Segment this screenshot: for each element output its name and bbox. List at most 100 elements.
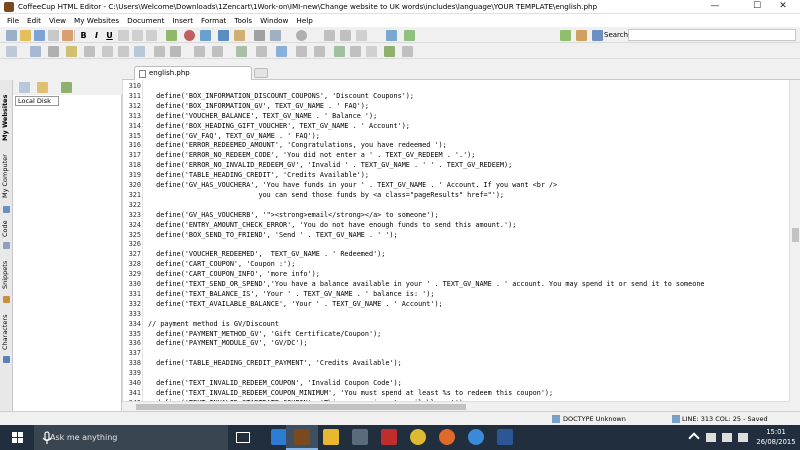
open-folder-icon[interactable]: [20, 30, 31, 41]
image-icon[interactable]: [166, 30, 177, 41]
code-line[interactable]: define('VOUCHER_BALANCE', TEXT_GV_NAME .…: [148, 112, 377, 120]
taskbar-chrome[interactable]: [402, 425, 434, 450]
search-input[interactable]: [628, 29, 796, 41]
list-icon[interactable]: [146, 30, 157, 41]
options-icon[interactable]: [366, 46, 377, 57]
menu-file[interactable]: File: [4, 14, 22, 27]
edit-tag-icon[interactable]: [576, 30, 587, 41]
taskbar-coffeecup[interactable]: [286, 425, 318, 450]
sync-icon[interactable]: [296, 46, 307, 57]
horizontal-scrollbar[interactable]: [122, 401, 789, 411]
taskbar-word[interactable]: [489, 425, 521, 450]
code-line[interactable]: define('BOX_INFORMATION_DISCOUNT_COUPONS…: [148, 92, 414, 100]
menu-help[interactable]: Help: [293, 14, 315, 27]
new-file-icon[interactable]: [6, 30, 17, 41]
code-line[interactable]: define('BOX_HEADING_GIFT_VOUCHER', TEXT_…: [148, 122, 410, 130]
refresh-icon[interactable]: [19, 82, 30, 93]
table-icon[interactable]: [234, 30, 245, 41]
tab-my-computer[interactable]: My Computer: [1, 148, 12, 214]
code-line[interactable]: you can send those funds by <a class="pa…: [148, 191, 504, 199]
code-line[interactable]: define('TEXT_BALANCE_IS', 'Your ' . TEXT…: [148, 290, 434, 298]
folder-open-icon[interactable]: [37, 82, 48, 93]
anchor-icon[interactable]: [218, 30, 229, 41]
menu-window[interactable]: Window: [257, 14, 291, 27]
tag-icon[interactable]: [386, 30, 397, 41]
heading-icon[interactable]: [154, 46, 165, 57]
code-editor[interactable]: 310 311 312 313 314 315 316 317 318 319 320 321 322 3…: [122, 80, 789, 401]
code-line[interactable]: define('VOUCHER_REDEEMED', TEXT_GV_NAME …: [148, 250, 385, 258]
network-icon[interactable]: [706, 433, 716, 442]
menu-edit[interactable]: Edit: [24, 14, 44, 27]
form-icon[interactable]: [254, 30, 265, 41]
tab-characters[interactable]: Characters: [1, 310, 12, 364]
list-view-icon[interactable]: [84, 46, 95, 57]
indent-icon[interactable]: [118, 46, 129, 57]
extension-icon[interactable]: [334, 46, 345, 57]
character-icon[interactable]: [212, 46, 223, 57]
color-picker-icon[interactable]: [184, 30, 195, 41]
upload-icon[interactable]: [256, 46, 267, 57]
settings-gear-icon[interactable]: [296, 30, 307, 41]
taskbar-filezilla[interactable]: [373, 425, 405, 450]
layout-icon[interactable]: [6, 46, 17, 57]
code-line[interactable]: define('GV_HAS_VOUCHERB', '"><strong>ema…: [148, 211, 438, 219]
comment-icon[interactable]: [194, 46, 205, 57]
code-line[interactable]: define('TABLE_HEADING_CREDIT', 'Credits …: [148, 171, 369, 179]
tab-code[interactable]: Code: [1, 218, 12, 250]
code-line[interactable]: define('ERROR_NO_INVALID_REDEEM_GV', 'In…: [148, 161, 512, 169]
minimize-button[interactable]: —: [698, 0, 732, 14]
split-view-icon[interactable]: [340, 30, 351, 41]
local-disk-tab[interactable]: Local Disk: [15, 96, 59, 106]
code-line[interactable]: define('TABLE_HEADING_CREDIT_PAYMENT', '…: [148, 359, 402, 367]
code-line[interactable]: define('BOX_INFORMATION_GV', TEXT_GV_NAM…: [148, 102, 369, 110]
dropdown-icon[interactable]: [48, 46, 59, 57]
spell-check-icon[interactable]: [560, 30, 571, 41]
code-line[interactable]: // payment method is GV/Discount: [148, 320, 279, 328]
publish-icon[interactable]: [384, 46, 395, 57]
tab-english-php[interactable]: english.php: [134, 66, 252, 80]
preview-icon[interactable]: [324, 30, 335, 41]
save-icon[interactable]: [34, 30, 45, 41]
code-line[interactable]: define('ENTRY_AMOUNT_CHECK_ERROR', 'You …: [148, 221, 516, 229]
folder-icon[interactable]: [66, 46, 77, 57]
outdent-icon[interactable]: [102, 46, 113, 57]
help-icon[interactable]: [350, 46, 361, 57]
task-view-icon[interactable]: [236, 432, 250, 443]
code-line[interactable]: define('BOX_SEND_TO_FRIEND', 'Send ' . T…: [148, 231, 397, 239]
align-center-icon[interactable]: [132, 30, 143, 41]
vertical-scroll-thumb[interactable]: [792, 228, 799, 242]
format-icon[interactable]: [62, 30, 73, 41]
history-icon[interactable]: [314, 46, 325, 57]
close-button[interactable]: ✕: [766, 0, 800, 14]
code-line[interactable]: define('PAYMENT_MODULE_GV', 'GV/DC');: [148, 339, 307, 347]
browser-preview-icon[interactable]: [276, 46, 287, 57]
new-tab-button[interactable]: [254, 68, 268, 78]
align-left-icon[interactable]: [118, 30, 129, 41]
code-line[interactable]: define('ERROR_NO_REDEEM_CODE', 'You did …: [148, 151, 475, 159]
tray-expand-icon[interactable]: [688, 432, 700, 444]
validate-icon[interactable]: [404, 30, 415, 41]
media-icon[interactable]: [270, 30, 281, 41]
code-line[interactable]: define('CART_COUPON_INFO', 'more info');: [148, 270, 320, 278]
underline-button[interactable]: U: [104, 30, 115, 41]
code-line[interactable]: define('GV_FAQ', TEXT_GV_NAME . ' FAQ');: [148, 132, 320, 140]
taskbar-ie[interactable]: [460, 425, 492, 450]
menu-format[interactable]: Format: [198, 14, 229, 27]
taskbar-app[interactable]: [344, 425, 376, 450]
link-icon[interactable]: [200, 30, 211, 41]
menu-tools[interactable]: Tools: [231, 14, 255, 27]
ftp-icon[interactable]: [236, 46, 247, 57]
window-icon[interactable]: [30, 46, 41, 57]
vertical-scrollbar[interactable]: [789, 80, 800, 401]
font-icon[interactable]: [170, 46, 181, 57]
clock-date[interactable]: 26/08/2015: [755, 438, 797, 446]
menu-insert[interactable]: Insert: [169, 14, 196, 27]
menu-my-websites[interactable]: My Websites: [71, 14, 122, 27]
tab-my-websites[interactable]: My Websites: [1, 92, 12, 144]
volume-icon[interactable]: [722, 433, 732, 442]
horizontal-scroll-thumb[interactable]: [136, 404, 466, 410]
bold-button[interactable]: B: [78, 30, 89, 41]
menu-document[interactable]: Document: [124, 14, 167, 27]
code-line[interactable]: define('ERROR_REDEEMED_AMOUNT', 'Congrat…: [148, 141, 447, 149]
italic-button[interactable]: I: [91, 30, 102, 41]
